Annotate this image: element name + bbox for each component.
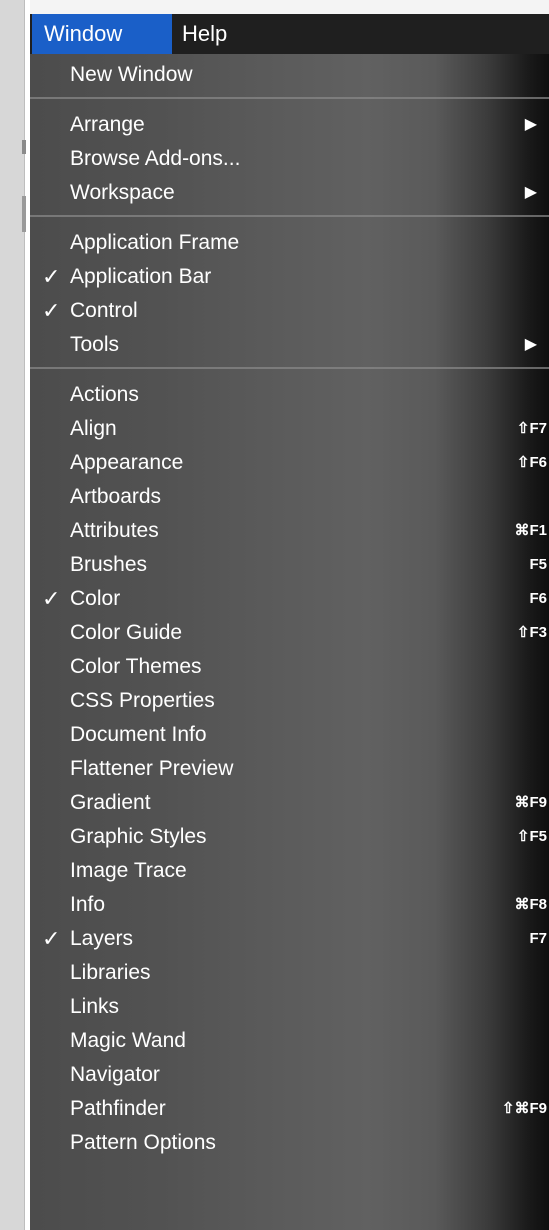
menu-item-label: Document Info [70, 723, 207, 746]
triangle-right-icon: ▶ [524, 184, 537, 201]
menu-item-arrange[interactable]: Arrange ▶ [30, 108, 549, 142]
menu-item-label: Navigator [70, 1063, 160, 1086]
menu-item-artboards[interactable]: Artboards [30, 480, 549, 514]
check-icon: ✓ [42, 298, 61, 323]
check-icon: ✓ [42, 264, 61, 289]
menu-item-label: Application Frame [70, 231, 240, 254]
menu-item-gradient[interactable]: Gradient ⌘F9 [30, 786, 549, 820]
menu-item-application-bar[interactable]: ✓ Application Bar [30, 260, 549, 294]
menu-item-label: Artboards [70, 485, 162, 508]
menu-item-label: Browse Add-ons... [70, 147, 241, 170]
menu-item-layers[interactable]: ✓ Layers F7 [30, 922, 549, 956]
menu-item-tools[interactable]: Tools ▶ [30, 328, 549, 362]
menu-item-shortcut: ⌘F1 [514, 522, 547, 539]
menu-separator [30, 97, 549, 99]
menu-item-shortcut: ⇧⌘F9 [501, 1100, 547, 1117]
menu-item-label: Color Guide [70, 621, 183, 644]
menu-separator [30, 367, 549, 369]
menu-item-label: Appearance [70, 451, 184, 474]
menu-item-label: Links [70, 995, 120, 1018]
check-icon: ✓ [42, 926, 61, 951]
menu-item-label: Tools [70, 333, 120, 356]
menu-item-brushes[interactable]: Brushes F5 [30, 548, 549, 582]
screenshot: Window Help New Window Arrange ▶ Browse Add… [0, 0, 549, 1230]
menu-item-libraries[interactable]: Libraries [30, 956, 549, 990]
bezel-mark [22, 140, 26, 154]
menu-item-graphic-styles[interactable]: Graphic Styles ⇧F5 [30, 820, 549, 854]
menu-item-shortcut: ⇧F3 [516, 624, 547, 641]
menu-item-image-trace[interactable]: Image Trace [30, 854, 549, 888]
menu-item-label: Info [70, 893, 106, 916]
menu-item-shortcut: ⇧F6 [516, 454, 547, 471]
menu-item-label: Graphic Styles [70, 825, 207, 848]
bezel-mark [22, 196, 26, 232]
triangle-right-icon: ▶ [524, 336, 537, 353]
menu-bar-top-edge [30, 0, 549, 14]
menu-item-label: CSS Properties [70, 689, 215, 712]
menu-item-shortcut: ⇧F5 [516, 828, 547, 845]
menu-item-actions[interactable]: Actions [30, 378, 549, 412]
menu-item-magic-wand[interactable]: Magic Wand [30, 1024, 549, 1058]
left-bezel [0, 0, 26, 1230]
menu-item-label: Libraries [70, 961, 151, 984]
menu-item-application-frame[interactable]: Application Frame [30, 226, 549, 260]
menu-item-label: Color [70, 587, 121, 610]
menu-item-workspace[interactable]: Workspace ▶ [30, 176, 549, 210]
menu-item-label: Color Themes [70, 655, 202, 678]
menu-item-label: Magic Wand [70, 1029, 186, 1052]
menu-item-shortcut: F6 [529, 590, 547, 607]
menu-separator [30, 215, 549, 217]
menu-item-attributes[interactable]: Attributes ⌘F1 [30, 514, 549, 548]
menu-item-color-themes[interactable]: Color Themes [30, 650, 549, 684]
window-menu-screen: Window Help New Window Arrange ▶ Browse Add… [30, 0, 549, 1230]
menu-item-label: Pathfinder [70, 1097, 166, 1120]
menu-item-shortcut: ⌘F8 [514, 896, 547, 913]
menu-window[interactable]: Window [32, 14, 172, 54]
menu-item-new-window[interactable]: New Window [30, 58, 549, 92]
menu-item-shortcut: F5 [529, 556, 547, 573]
menu-item-label: Image Trace [70, 859, 187, 882]
menu-item-label: Pattern Options [70, 1131, 216, 1154]
menu-item-label: Layers [70, 927, 134, 950]
menu-item-document-info[interactable]: Document Info [30, 718, 549, 752]
menu-item-align[interactable]: Align ⇧F7 [30, 412, 549, 446]
menu-item-css-properties[interactable]: CSS Properties [30, 684, 549, 718]
menu-item-links[interactable]: Links [30, 990, 549, 1024]
menu-item-pattern-options[interactable]: Pattern Options [30, 1126, 549, 1160]
window-dropdown-menu: New Window Arrange ▶ Browse Add-ons... Works… [30, 54, 549, 1230]
menu-item-pathfinder[interactable]: Pathfinder ⇧⌘F9 [30, 1092, 549, 1126]
check-icon: ✓ [42, 586, 61, 611]
menu-item-label: Align [70, 417, 117, 440]
menu-item-label: Application Bar [70, 265, 212, 288]
menu-item-appearance[interactable]: Appearance ⇧F6 [30, 446, 549, 480]
menu-item-control[interactable]: ✓ Control [30, 294, 549, 328]
menu-item-label: Control [70, 299, 138, 322]
menu-item-navigator[interactable]: Navigator [30, 1058, 549, 1092]
menu-item-label: Attributes [70, 519, 159, 542]
menu-item-label: Actions [70, 383, 139, 406]
menu-item-color-guide[interactable]: Color Guide ⇧F3 [30, 616, 549, 650]
menu-item-info[interactable]: Info ⌘F8 [30, 888, 549, 922]
menu-item-label: Workspace [70, 181, 175, 204]
menu-item-browse-add-ons[interactable]: Browse Add-ons... [30, 142, 549, 176]
menu-item-flattener-preview[interactable]: Flattener Preview [30, 752, 549, 786]
menu-item-label: New Window [70, 63, 193, 86]
menu-bar: Window Help [30, 0, 549, 54]
menu-item-shortcut: ⇧F7 [516, 420, 547, 437]
menu-item-shortcut: F7 [529, 930, 547, 947]
menu-item-color[interactable]: ✓ Color F6 [30, 582, 549, 616]
menu-item-label: Arrange [70, 113, 145, 136]
menu-item-label: Gradient [70, 791, 151, 814]
menu-item-shortcut: ⌘F9 [514, 794, 547, 811]
menu-help[interactable]: Help [170, 14, 239, 54]
menu-item-label: Brushes [70, 553, 148, 576]
triangle-right-icon: ▶ [524, 116, 537, 133]
menu-item-label: Flattener Preview [70, 757, 234, 780]
